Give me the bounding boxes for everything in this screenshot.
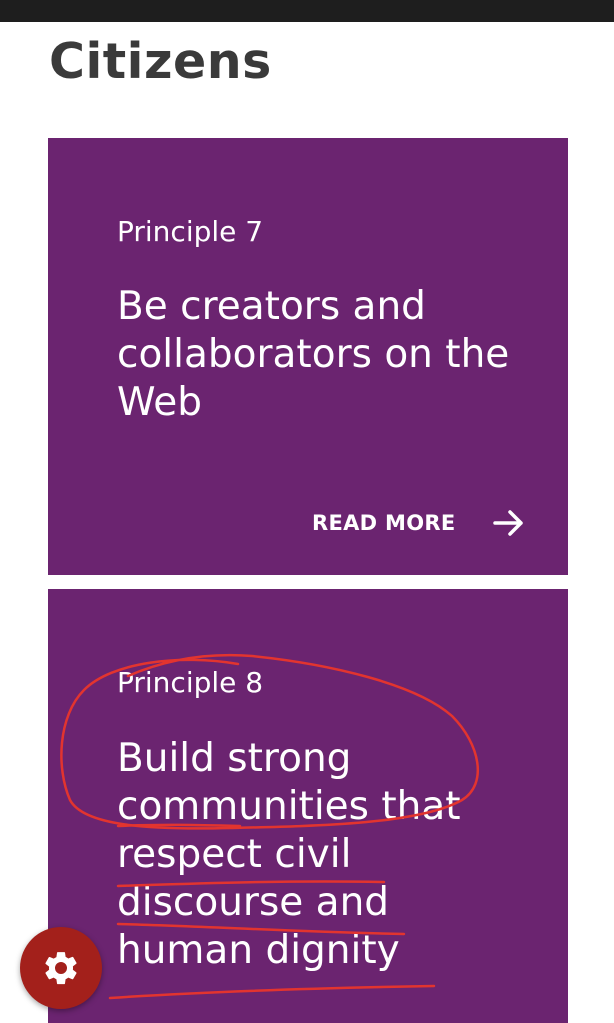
card-kicker: Principle 7: [117, 215, 264, 248]
settings-button[interactable]: [20, 927, 102, 1009]
card-heading: Be creators and collaborators on the Web: [117, 284, 510, 425]
read-more-label: READ MORE: [312, 511, 456, 535]
card-heading: Build strong communities that respect ci…: [117, 736, 461, 973]
principle-card-8[interactable]: Principle 8 Build strong communities tha…: [48, 589, 568, 1023]
page-title: Citizens: [49, 33, 272, 90]
status-bar: [0, 0, 614, 22]
arrow-right-icon: [493, 510, 524, 536]
read-more-link[interactable]: READ MORE: [312, 505, 527, 541]
principle-card-7[interactable]: Principle 7 Be creators and collaborator…: [48, 138, 568, 575]
card-kicker: Principle 8: [117, 666, 264, 699]
gear-icon: [45, 952, 77, 985]
